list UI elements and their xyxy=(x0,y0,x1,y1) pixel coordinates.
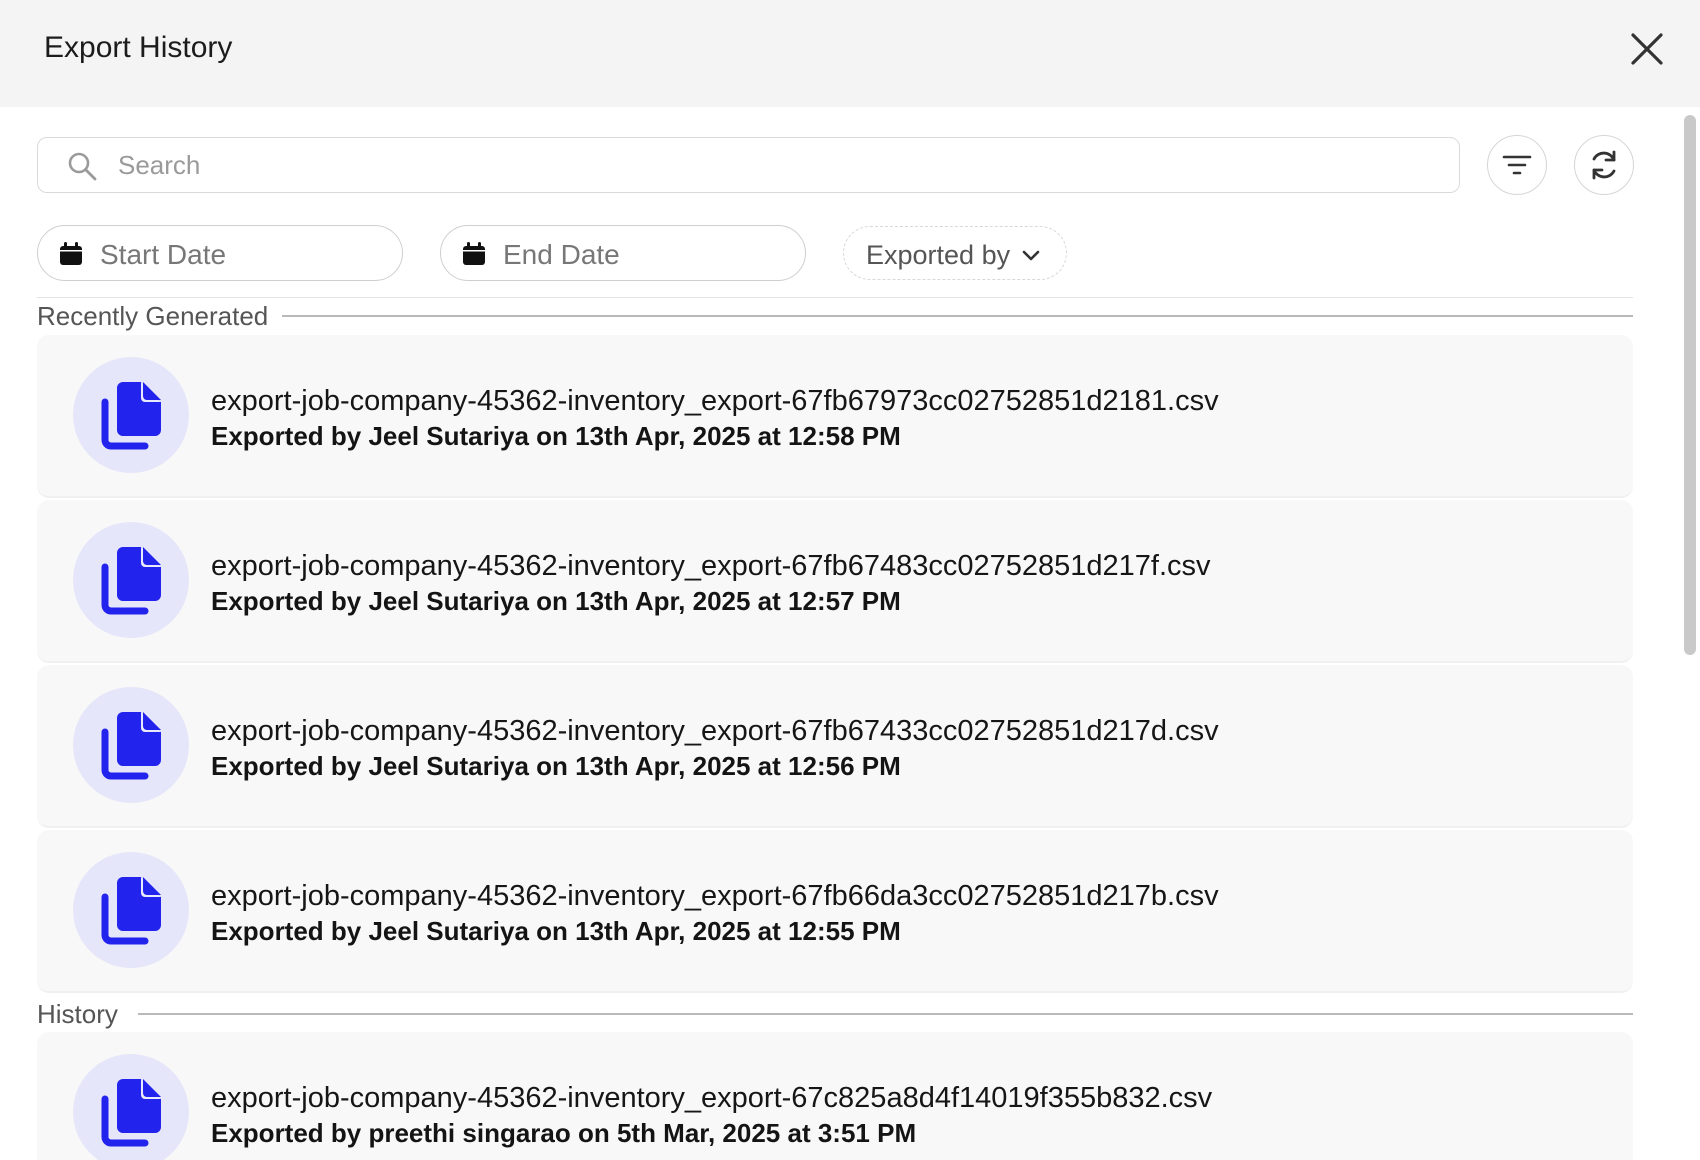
export-item[interactable]: export-job-company-45362-inventory_expor… xyxy=(37,500,1633,663)
file-copy-icon xyxy=(101,877,161,945)
filter-button[interactable] xyxy=(1487,135,1547,195)
start-date-picker[interactable]: Start Date xyxy=(37,225,403,281)
close-button[interactable] xyxy=(1628,30,1666,68)
search-icon xyxy=(68,152,97,181)
section-label-recent: Recently Generated xyxy=(37,301,283,332)
section-divider xyxy=(280,315,1633,317)
export-item[interactable]: export-job-company-45362-inventory_expor… xyxy=(37,830,1633,993)
section-divider xyxy=(138,1013,1633,1015)
file-icon-badge xyxy=(73,1054,189,1160)
end-date-picker[interactable]: End Date xyxy=(440,225,806,281)
end-date-label: End Date xyxy=(503,239,620,270)
page-title: Export History xyxy=(44,31,233,64)
file-copy-icon xyxy=(101,382,161,450)
close-icon xyxy=(1631,33,1663,65)
search-input[interactable] xyxy=(118,138,1438,192)
section-label-history: History xyxy=(37,999,132,1030)
calendar-icon xyxy=(60,242,82,265)
refresh-icon xyxy=(1592,150,1616,180)
export-meta: Exported by preethi singarao on 5th Mar,… xyxy=(211,1118,917,1148)
chevron-down-icon xyxy=(1022,250,1040,261)
file-icon-badge xyxy=(73,357,189,473)
export-item[interactable]: export-job-company-45362-inventory_expor… xyxy=(37,1032,1633,1160)
export-meta: Exported by Jeel Sutariya on 13th Apr, 2… xyxy=(211,751,901,781)
file-name: export-job-company-45362-inventory_expor… xyxy=(211,880,1219,912)
start-date-label: Start Date xyxy=(100,239,227,270)
export-item[interactable]: export-job-company-45362-inventory_expor… xyxy=(37,665,1633,828)
file-copy-icon xyxy=(101,712,161,780)
file-name: export-job-company-45362-inventory_expor… xyxy=(211,550,1211,582)
modal-header: Export History xyxy=(0,0,1700,107)
export-meta: Exported by Jeel Sutariya on 13th Apr, 2… xyxy=(211,916,901,946)
scrollbar-thumb[interactable] xyxy=(1684,115,1696,655)
file-copy-icon xyxy=(101,1079,161,1147)
export-meta: Exported by Jeel Sutariya on 13th Apr, 2… xyxy=(211,421,901,451)
file-icon-badge xyxy=(73,522,189,638)
file-copy-icon xyxy=(101,547,161,615)
export-item[interactable]: export-job-company-45362-inventory_expor… xyxy=(37,335,1633,498)
exported-by-label: Exported by xyxy=(866,240,1011,270)
file-name: export-job-company-45362-inventory_expor… xyxy=(211,1082,1213,1114)
file-icon-badge xyxy=(73,687,189,803)
refresh-button[interactable] xyxy=(1574,135,1634,195)
exported-by-dropdown[interactable]: Exported by xyxy=(843,226,1067,280)
search-box[interactable] xyxy=(37,137,1460,193)
file-name: export-job-company-45362-inventory_expor… xyxy=(211,715,1219,747)
divider xyxy=(37,297,1633,298)
file-icon-badge xyxy=(73,852,189,968)
calendar-icon xyxy=(463,242,485,265)
file-name: export-job-company-45362-inventory_expor… xyxy=(211,385,1219,417)
export-meta: Exported by Jeel Sutariya on 13th Apr, 2… xyxy=(211,586,901,616)
filter-icon xyxy=(1502,155,1532,175)
